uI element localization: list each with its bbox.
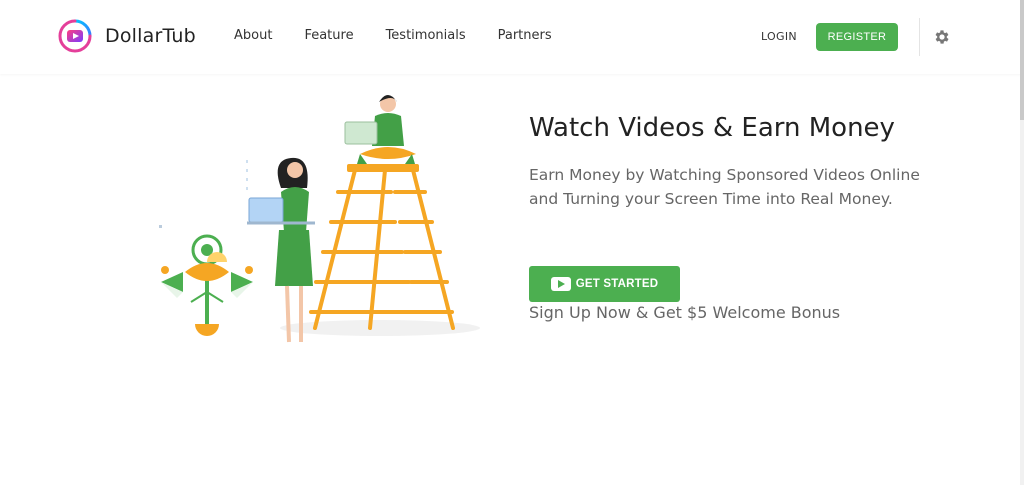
nav-link-testimonials[interactable]: Testimonials	[386, 28, 466, 43]
brand-name: DollarTub	[105, 25, 196, 47]
play-logo-icon	[58, 19, 92, 53]
woman-with-laptop-illustration	[246, 157, 315, 343]
hero-title: Watch Videos & Earn Money	[529, 113, 895, 143]
man-with-laptop-illustration	[344, 95, 416, 164]
welcome-bonus-text: Sign Up Now & Get $5 Welcome Bonus	[529, 303, 841, 322]
get-started-button[interactable]: GET STARTED	[529, 266, 680, 302]
login-link[interactable]: LOGIN	[761, 30, 797, 43]
get-started-label: GET STARTED	[575, 278, 659, 290]
register-button[interactable]: REGISTER	[816, 23, 898, 51]
main-nav: About Feature Testimonials Partners	[234, 28, 584, 43]
ladder-illustration	[309, 168, 455, 330]
brand-logo-link[interactable]: DollarTub	[58, 19, 196, 53]
gear-icon[interactable]	[933, 28, 951, 46]
hero-subtitle: Earn Money by Watching Sponsored Videos …	[529, 166, 920, 208]
top-navbar: DollarTub About Feature Testimonials Par…	[0, 0, 1024, 74]
scrollbar-thumb[interactable]	[1020, 0, 1024, 120]
plant-illustration	[159, 225, 253, 336]
youtube-play-icon	[550, 277, 571, 291]
hero-illustration	[155, 92, 485, 354]
nav-divider	[919, 18, 920, 56]
page-scrollbar[interactable]	[1020, 0, 1024, 485]
nav-link-about[interactable]: About	[234, 28, 272, 43]
nav-link-partners[interactable]: Partners	[498, 28, 552, 43]
nav-link-feature[interactable]: Feature	[304, 28, 353, 43]
